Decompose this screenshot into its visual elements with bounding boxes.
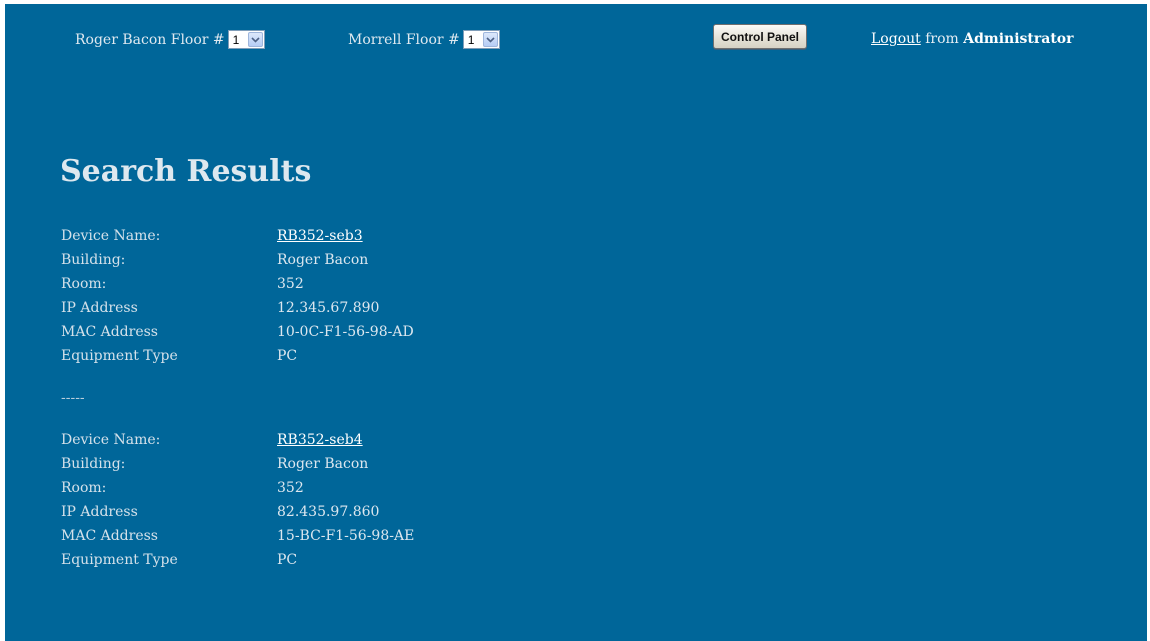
- ip-address-label: IP Address: [61, 300, 138, 316]
- mac-address-value: 10-0C-F1-56-98-AD: [277, 324, 414, 340]
- mac-address-value: 15-BC-F1-56-98-AE: [277, 528, 415, 544]
- ip-address-value: 82.435.97.860: [277, 504, 380, 520]
- device-name-label: Device Name:: [61, 432, 161, 448]
- roger-bacon-floor-value: 1: [232, 32, 240, 47]
- roger-bacon-floor-label: Roger Bacon Floor #: [75, 31, 225, 48]
- room-label: Room:: [61, 480, 107, 496]
- room-row: Room: 352: [61, 272, 414, 296]
- ip-address-value: 12.345.67.890: [277, 300, 380, 316]
- chevron-down-icon[interactable]: [482, 32, 498, 47]
- building-value: Roger Bacon: [277, 456, 369, 472]
- building-row: Building: Roger Bacon: [61, 248, 414, 272]
- roger-bacon-floor-select[interactable]: 1: [227, 30, 265, 49]
- equipment-type-label: Equipment Type: [61, 348, 178, 364]
- room-value: 352: [277, 276, 304, 292]
- equipment-type-value: PC: [277, 348, 298, 364]
- equipment-type-row: Equipment Type PC: [61, 344, 414, 368]
- logout-link[interactable]: Logout: [871, 31, 921, 47]
- device-name-row: Device Name: RB352-seb4: [61, 428, 414, 452]
- result-record: Device Name: RB352-seb4 Building: Roger …: [61, 428, 414, 572]
- equipment-type-value: PC: [277, 552, 298, 568]
- device-name-row: Device Name: RB352-seb3: [61, 224, 414, 248]
- logout-area: Logout from Administrator: [871, 31, 1074, 47]
- ip-address-label: IP Address: [61, 504, 138, 520]
- morrell-floor-select[interactable]: 1: [462, 30, 500, 49]
- room-label: Room:: [61, 276, 107, 292]
- morrell-floor-group: Morrell Floor # 1: [348, 30, 500, 49]
- mac-address-label: MAC Address: [61, 528, 158, 544]
- device-name-link[interactable]: RB352-seb3: [277, 228, 363, 244]
- mac-address-row: MAC Address 10-0C-F1-56-98-AD: [61, 320, 414, 344]
- mac-address-row: MAC Address 15-BC-F1-56-98-AE: [61, 524, 414, 548]
- mac-address-label: MAC Address: [61, 324, 158, 340]
- logged-in-user: Administrator: [963, 31, 1074, 47]
- morrell-floor-label: Morrell Floor #: [348, 31, 460, 48]
- logout-from-text: from: [920, 31, 964, 47]
- ip-address-row: IP Address 82.435.97.860: [61, 500, 414, 524]
- room-value: 352: [277, 480, 304, 496]
- control-panel-button[interactable]: Control Panel: [713, 24, 808, 49]
- building-row: Building: Roger Bacon: [61, 452, 414, 476]
- device-name-link[interactable]: RB352-seb4: [277, 432, 363, 448]
- result-record: Device Name: RB352-seb3 Building: Roger …: [61, 224, 414, 368]
- building-label: Building:: [61, 252, 126, 268]
- chevron-down-icon[interactable]: [247, 32, 263, 47]
- top-bar: Roger Bacon Floor # 1 Morrell Floor # 1 …: [5, 4, 1147, 64]
- equipment-type-label: Equipment Type: [61, 552, 178, 568]
- result-separator: -----: [61, 390, 85, 406]
- page-title: Search Results: [60, 154, 312, 189]
- building-label: Building:: [61, 456, 126, 472]
- building-value: Roger Bacon: [277, 252, 369, 268]
- roger-bacon-floor-group: Roger Bacon Floor # 1: [75, 30, 265, 49]
- search-results: Device Name: RB352-seb3 Building: Roger …: [61, 224, 414, 572]
- morrell-floor-value: 1: [467, 32, 475, 47]
- equipment-type-row: Equipment Type PC: [61, 548, 414, 572]
- device-name-label: Device Name:: [61, 228, 161, 244]
- page: Roger Bacon Floor # 1 Morrell Floor # 1 …: [5, 4, 1147, 641]
- ip-address-row: IP Address 12.345.67.890: [61, 296, 414, 320]
- room-row: Room: 352: [61, 476, 414, 500]
